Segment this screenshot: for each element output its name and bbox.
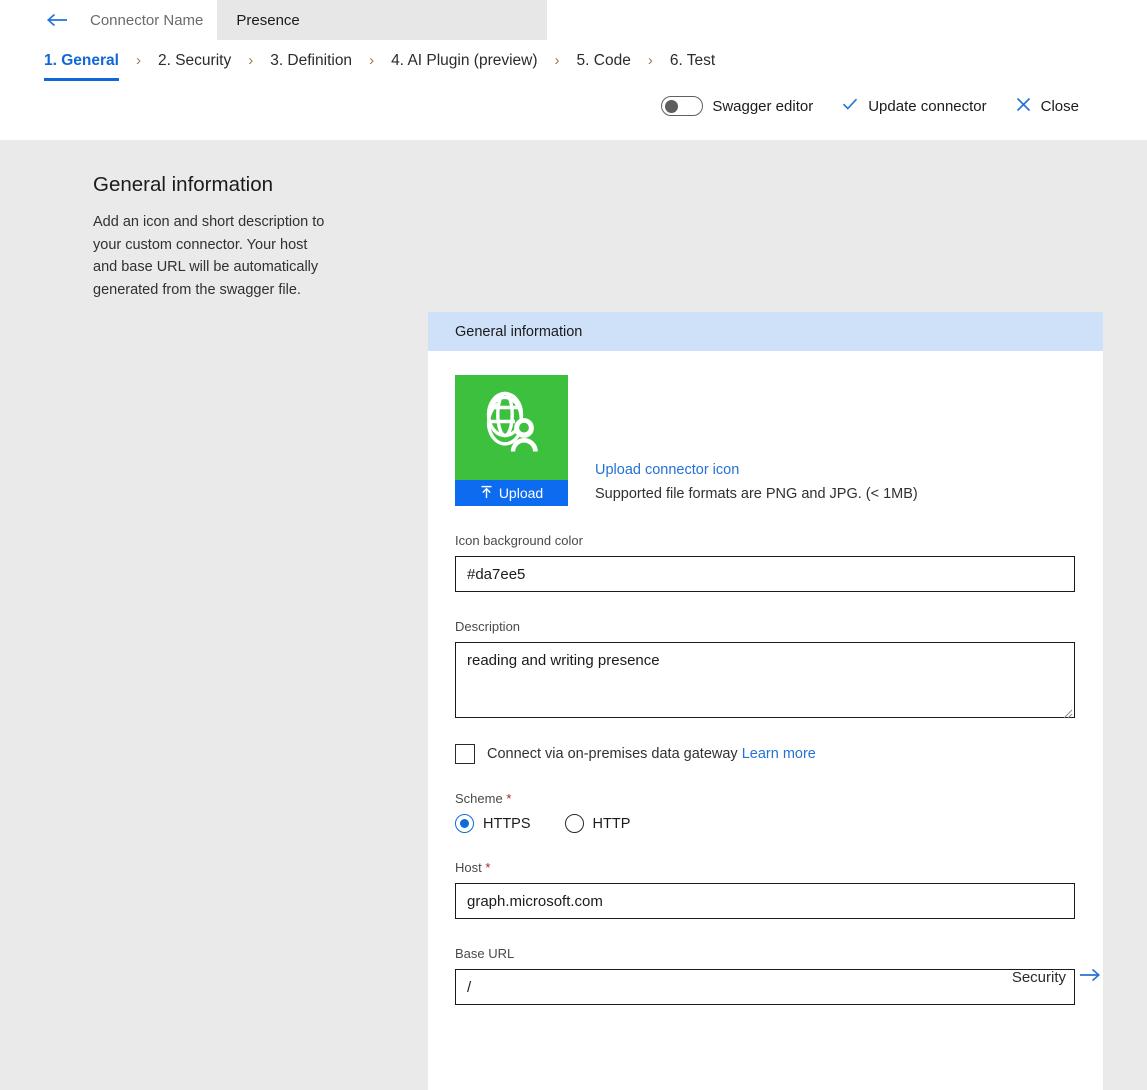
next-step-security-button[interactable]: Security (1012, 966, 1103, 988)
globe-person-icon (475, 388, 549, 467)
scheme-label: Scheme * (455, 791, 1076, 806)
gateway-checkbox-row: Connect via on-premises data gateway Lea… (455, 744, 1076, 764)
page-title: General information (93, 173, 274, 196)
scheme-radio-group: HTTPS HTTP (455, 814, 1076, 833)
upload-connector-icon-link[interactable]: Upload connector icon (595, 462, 918, 478)
connector-icon-texts: Upload connector icon Supported file for… (595, 462, 918, 506)
close-icon (1015, 96, 1032, 117)
description-textarea[interactable]: reading and writing presence (455, 642, 1075, 718)
description-label: Description (455, 619, 521, 634)
gateway-label-text: Connect via on-premises data gateway (487, 746, 738, 762)
host-input[interactable] (455, 883, 1075, 919)
back-button[interactable] (32, 0, 84, 40)
chevron-right-icon: › (554, 52, 560, 69)
tab-presence[interactable]: Presence (217, 0, 548, 40)
scheme-field: Scheme * HTTPS HTTP (455, 791, 1076, 833)
radio-https-icon[interactable] (455, 814, 474, 833)
gateway-checkbox-label: Connect via on-premises data gateway Lea… (487, 746, 816, 762)
next-step-label: Security (1011, 968, 1066, 986)
step-ai-plugin[interactable]: 4. AI Plugin (preview) (391, 52, 537, 76)
update-connector-button[interactable]: Update connector (841, 95, 987, 117)
checkmark-icon (841, 95, 859, 117)
host-field: Host * (455, 860, 1076, 919)
page-description: Add an icon and short description to you… (93, 214, 325, 298)
connector-icon-section: Upload Upload connector icon Supported f… (455, 375, 1076, 506)
step-general[interactable]: 1. General (44, 52, 119, 81)
left-info-panel: General information Add an icon and shor… (93, 173, 363, 301)
upload-button[interactable]: Upload (455, 480, 568, 506)
host-label: Host * (455, 860, 1076, 875)
swagger-editor-toggle-group[interactable]: Swagger editor (661, 96, 813, 116)
scheme-required-marker: * (506, 791, 512, 806)
base-url-label: Base URL (455, 946, 515, 961)
connector-icon-tile: Upload (455, 375, 568, 506)
upload-button-label: Upload (498, 485, 544, 501)
host-label-text: Host (455, 860, 482, 875)
general-information-card: General information Upload Upload connec… (428, 312, 1103, 1090)
scheme-http-label: HTTP (592, 815, 631, 832)
close-label: Close (1040, 97, 1079, 115)
icon-background-color-field: Icon background color (455, 533, 1076, 592)
connector-icon-preview (455, 375, 568, 480)
toggle-knob (665, 99, 679, 113)
swagger-editor-label: Swagger editor (712, 97, 814, 115)
card-header: General information (428, 312, 1103, 351)
scheme-option-https[interactable]: HTTPS (455, 814, 531, 833)
update-connector-label: Update connector (868, 97, 987, 115)
icon-background-color-label: Icon background color (455, 533, 583, 548)
card-body: Upload Upload connector icon Supported f… (428, 351, 1103, 1005)
icon-background-color-input[interactable] (455, 556, 1075, 592)
step-test[interactable]: 6. Test (670, 52, 715, 76)
scheme-https-label: HTTPS (483, 815, 531, 832)
learn-more-link[interactable]: Learn more (742, 746, 816, 762)
chevron-right-icon: › (369, 52, 375, 69)
scheme-option-http[interactable]: HTTP (564, 814, 631, 833)
swagger-editor-toggle[interactable] (661, 96, 704, 116)
upload-icon (480, 485, 493, 502)
step-code[interactable]: 5. Code (577, 52, 631, 76)
step-security[interactable]: 2. Security (158, 52, 231, 76)
base-url-input[interactable] (455, 969, 1075, 1005)
scheme-label-text: Scheme (455, 791, 503, 806)
arrow-left-icon (45, 11, 71, 29)
host-required-marker: * (485, 860, 491, 875)
description-field: Description reading and writing presence (455, 619, 1076, 719)
close-button[interactable]: Close (1015, 96, 1079, 117)
wizard-steps: 1. General › 2. Security › 3. Definition… (0, 40, 1147, 94)
gateway-checkbox[interactable] (455, 744, 475, 764)
chevron-right-icon: › (135, 52, 141, 69)
supported-formats-note: Supported file formats are PNG and JPG. … (595, 486, 918, 502)
radio-http-icon[interactable] (564, 814, 584, 833)
step-definition[interactable]: 3. Definition (270, 52, 352, 76)
chevron-right-icon: › (248, 52, 254, 69)
titlebar: Connector Name Presence (0, 0, 1147, 40)
chevron-right-icon: › (647, 52, 653, 69)
arrow-right-icon (1077, 966, 1103, 988)
base-url-field: Base URL (455, 946, 1076, 1005)
top-chrome: Connector Name Presence 1. General › 2. … (0, 0, 1147, 140)
connector-name-label: Connector Name (90, 11, 204, 29)
main-content: General information Add an icon and shor… (0, 140, 1147, 1090)
command-bar: Swagger editor Update connector Close (661, 95, 1079, 117)
